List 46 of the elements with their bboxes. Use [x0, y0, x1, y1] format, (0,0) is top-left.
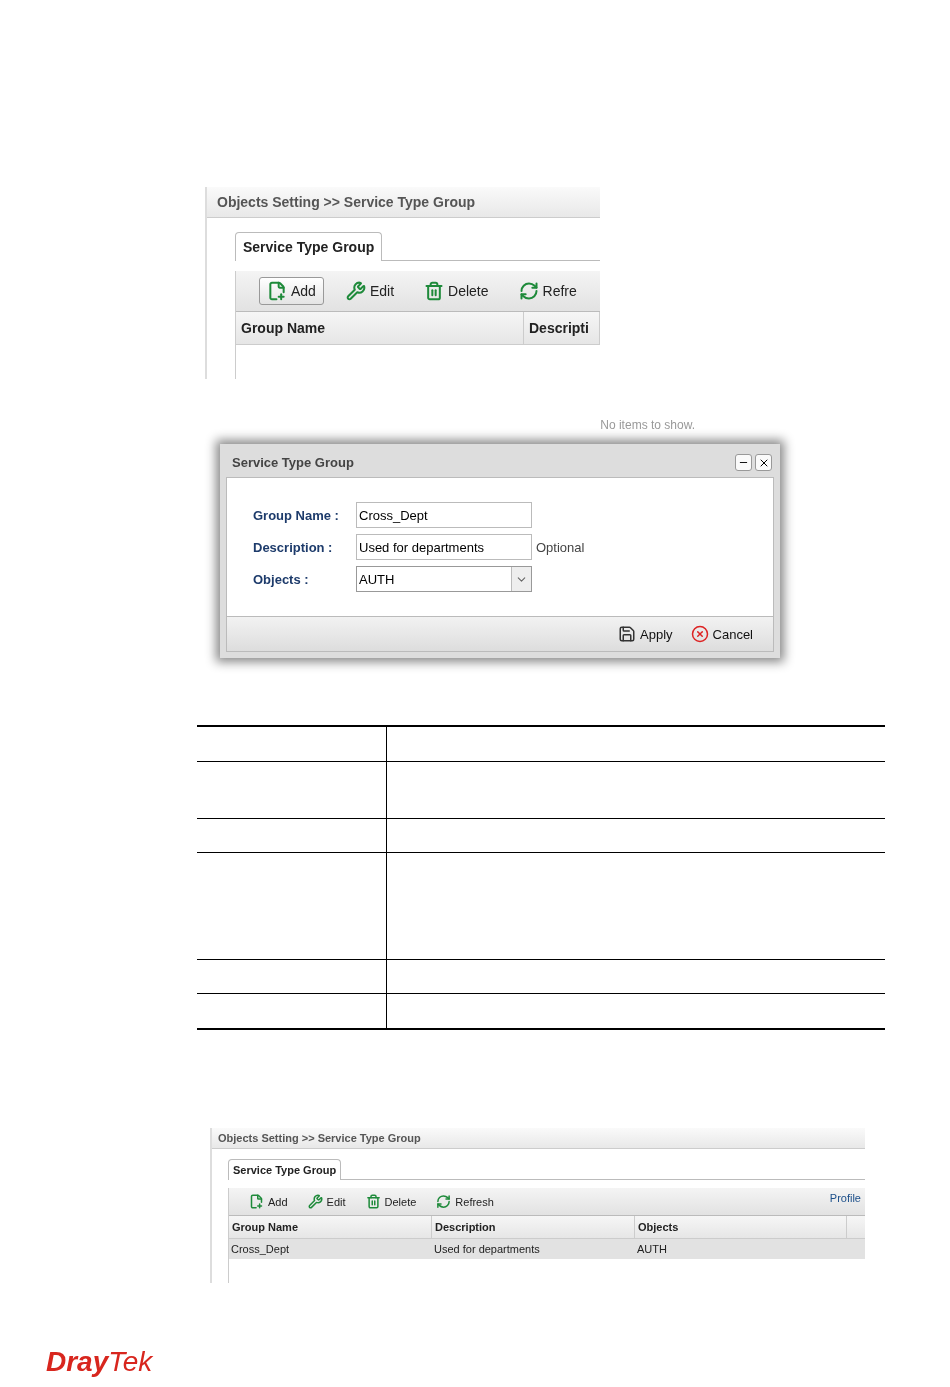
cancel-icon [690, 625, 709, 643]
column-header[interactable]: Group Name [229, 1216, 432, 1238]
refresh-button[interactable]: Refre [510, 277, 585, 305]
breadcrumb: Objects Setting >> Service Type Group [207, 187, 600, 218]
add-button[interactable]: Add [259, 277, 324, 305]
add-button[interactable]: Add [245, 1192, 292, 1211]
minimize-button[interactable] [735, 454, 752, 471]
edit-button[interactable]: Edit [303, 1192, 350, 1211]
input-field[interactable]: Cross_Dept [356, 502, 532, 528]
objects-dropdown[interactable]: AUTH [356, 566, 532, 592]
brand-logo: DrayTek [46, 1346, 154, 1378]
table-cell-text: Cross_Dept [230, 1242, 291, 1257]
add-icon [249, 1194, 264, 1209]
close-button[interactable] [755, 454, 772, 471]
tools-icon [345, 281, 366, 301]
delete-button[interactable]: Delete [416, 277, 497, 305]
column-header[interactable]: Objects [635, 1216, 847, 1238]
profile-link[interactable]: Profile [829, 1192, 861, 1204]
field-label: Description : [253, 539, 334, 555]
field-label: Group Name : [253, 507, 340, 523]
breadcrumb: Objects Setting >> Service Type Group [212, 1128, 865, 1149]
table-cell-text: Used for departments [433, 1242, 541, 1257]
table-cell-text: AUTH [636, 1242, 668, 1257]
empty-message: No items to show. [600, 418, 695, 432]
refresh-icon [518, 281, 539, 301]
add-icon [267, 281, 287, 301]
refresh-button[interactable]: Refresh [432, 1192, 498, 1211]
tools-icon [307, 1194, 323, 1209]
field-label: Objects : [253, 571, 310, 587]
delete-button[interactable]: Delete [361, 1192, 421, 1211]
column-header[interactable]: Group Name [236, 312, 524, 344]
save-icon [618, 625, 636, 643]
edit-button[interactable]: Edit [337, 277, 403, 305]
refresh-icon [436, 1194, 452, 1209]
cancel-button[interactable]: Cancel [690, 625, 753, 643]
table-row[interactable]: Cross_Dept Used for departments AUTH [229, 1239, 865, 1259]
column-header[interactable]: Description [432, 1216, 635, 1238]
tab[interactable]: Service Type Group [235, 232, 383, 261]
column-header[interactable]: Descripti [524, 312, 600, 344]
tab[interactable]: Service Type Group [228, 1159, 342, 1180]
dialog-title: Service Type Group [232, 455, 354, 470]
hint-text: Optional [536, 539, 586, 555]
input-field[interactable]: Used for departments [356, 534, 532, 560]
trash-icon [424, 281, 445, 301]
apply-button[interactable]: Apply [618, 625, 673, 643]
trash-icon [365, 1194, 381, 1209]
